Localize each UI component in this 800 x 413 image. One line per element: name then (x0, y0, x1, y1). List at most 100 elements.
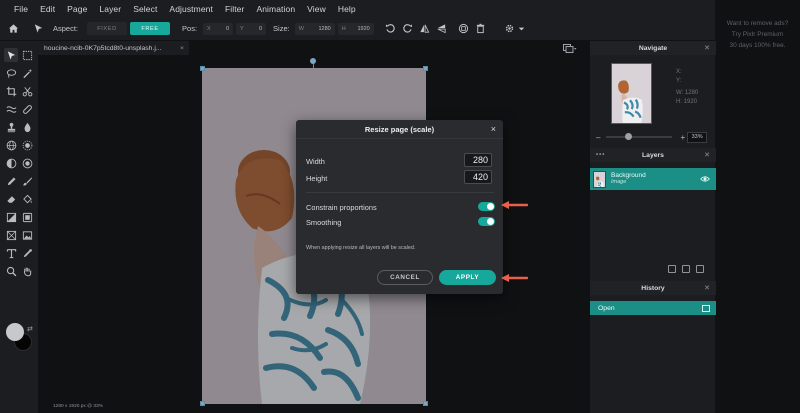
view-mode-icon[interactable] (563, 44, 577, 56)
menu-help[interactable]: Help (338, 4, 356, 14)
layer-thumbnail (593, 170, 606, 188)
layer-name: Background (611, 172, 646, 179)
size-width-field[interactable]: W 1280 (294, 22, 335, 35)
history-close-icon[interactable]: ✕ (704, 284, 710, 292)
image-drawing-icon[interactable] (20, 228, 34, 242)
pencil-icon[interactable] (4, 174, 18, 188)
cutout-scissors-icon[interactable] (20, 84, 34, 98)
constrain-proportions-toggle[interactable] (478, 202, 495, 211)
zoom-slider-knob[interactable] (625, 133, 633, 140)
cancel-button[interactable]: CANCEL (377, 270, 433, 285)
brush-icon[interactable] (20, 174, 34, 188)
aspect-fixed-button[interactable]: FIXED (87, 22, 128, 35)
swap-colors-icon[interactable]: ⇄ (27, 325, 33, 333)
blur-drop-icon[interactable] (20, 120, 34, 134)
menu-layer[interactable]: Layer (99, 4, 121, 14)
text-tool-icon[interactable] (4, 246, 18, 260)
zoom-in-button[interactable]: + (680, 133, 685, 142)
shape-icon[interactable] (4, 228, 18, 242)
gradient-icon[interactable] (4, 210, 18, 224)
delete-layer-icon[interactable] (696, 265, 704, 273)
history-snapshot-icon[interactable] (702, 304, 710, 312)
settings-dropdown-chevron-icon[interactable] (516, 23, 528, 35)
ad-panel[interactable]: Want to remove ads? Try Pixlr Premium 30… (715, 0, 800, 413)
settings-gear-icon[interactable] (504, 23, 516, 35)
rotate-left-icon[interactable] (385, 23, 397, 35)
arrange-tool-icon[interactable] (4, 48, 18, 62)
fill-bucket-icon[interactable] (20, 192, 34, 206)
right-panels: Navigate ✕ X: Y: W: 1280 H: 1920 – + 33%… (589, 41, 716, 413)
resize-handle-bottom-right[interactable] (423, 401, 428, 406)
clone-stamp-icon[interactable] (4, 120, 18, 134)
position-y-field[interactable]: Y 0 (236, 22, 267, 35)
liquify-icon[interactable] (4, 102, 18, 116)
aspect-free-button[interactable]: FREE (130, 22, 171, 35)
eyedropper-icon[interactable] (20, 246, 34, 260)
heal-bandage-icon[interactable] (20, 102, 34, 116)
history-item-open[interactable]: Open (590, 301, 716, 315)
resize-handle-top-left[interactable] (200, 66, 205, 71)
target-icon[interactable] (20, 156, 34, 170)
hand-pan-icon[interactable] (20, 264, 34, 278)
zoom-value-field[interactable]: 33% (687, 131, 708, 143)
globe-icon[interactable] (4, 138, 18, 152)
color-replace-icon[interactable] (20, 210, 34, 224)
primary-color-swatch[interactable] (6, 323, 24, 341)
trash-icon[interactable] (475, 23, 487, 35)
zoom-magnifier-icon[interactable] (4, 264, 18, 278)
rotate-handle[interactable] (310, 58, 316, 64)
navigator-width-row: W: 1280 (676, 89, 698, 98)
home-icon[interactable] (7, 23, 19, 35)
navigator-thumbnail[interactable] (611, 63, 652, 124)
contrast-icon[interactable] (4, 156, 18, 170)
smoothing-toggle[interactable] (478, 217, 495, 226)
pointer-icon[interactable] (32, 23, 44, 35)
lasso-icon[interactable] (4, 66, 18, 80)
menu-edit[interactable]: Edit (40, 4, 55, 14)
zoom-out-button[interactable]: – (596, 133, 600, 142)
tools-sidebar: ⇄ (0, 41, 38, 413)
layer-row-background[interactable]: Background Image (590, 168, 716, 190)
menu-view[interactable]: View (307, 4, 326, 14)
document-tab[interactable]: houcine-ncib-0K7p5tcd8t0-unsplash.j... × (38, 41, 189, 55)
position-label: Pos: (182, 24, 198, 33)
layer-visibility-eye-icon[interactable] (700, 174, 710, 184)
ad-line-2: Try Pixlr Premium (731, 31, 784, 38)
sun-icon[interactable] (20, 138, 34, 152)
navigator-width-label: W: (676, 90, 684, 96)
duplicate-layer-icon[interactable] (682, 265, 690, 273)
menu-file[interactable]: File (14, 4, 28, 14)
flip-vertical-icon[interactable] (436, 23, 448, 35)
document-tab-close-icon[interactable]: × (180, 45, 184, 52)
add-layer-icon[interactable] (668, 265, 676, 273)
marquee-select-icon[interactable] (20, 48, 34, 62)
resize-handle-top-right[interactable] (423, 66, 428, 71)
layers-menu-dots-icon[interactable]: ••• (596, 152, 605, 158)
magic-wand-icon[interactable] (20, 66, 34, 80)
height-input[interactable]: 420 (464, 170, 492, 184)
menu-select[interactable]: Select (133, 4, 157, 14)
zoom-slider[interactable] (606, 133, 673, 140)
eraser-icon[interactable] (4, 192, 18, 206)
dialog-close-icon[interactable]: × (491, 124, 496, 134)
layer-type: Image (611, 179, 627, 185)
navigate-close-icon[interactable]: ✕ (704, 44, 710, 52)
crop-icon[interactable] (4, 84, 18, 98)
position-x-field[interactable]: X 0 (203, 22, 234, 35)
resize-handle-bottom-left[interactable] (200, 401, 205, 406)
navigator-info: X: Y: W: 1280 H: 1920 (676, 68, 698, 106)
layer-thumbnail-image (594, 171, 605, 187)
menu-page[interactable]: Page (67, 4, 87, 14)
size-height-field[interactable]: H 1920 (337, 22, 374, 35)
duplicate-icon[interactable] (458, 23, 470, 35)
width-input[interactable]: 280 (464, 153, 492, 167)
menu-filter[interactable]: Filter (225, 4, 245, 14)
menu-animation[interactable]: Animation (256, 4, 295, 14)
flip-horizontal-icon[interactable] (419, 23, 431, 35)
menu-adjustment[interactable]: Adjustment (169, 4, 213, 14)
rotate-right-icon[interactable] (402, 23, 414, 35)
layers-close-icon[interactable]: ✕ (704, 151, 710, 159)
layer-actions (668, 265, 704, 273)
apply-button[interactable]: APPLY (439, 270, 496, 285)
history-item-label: Open (598, 304, 615, 312)
